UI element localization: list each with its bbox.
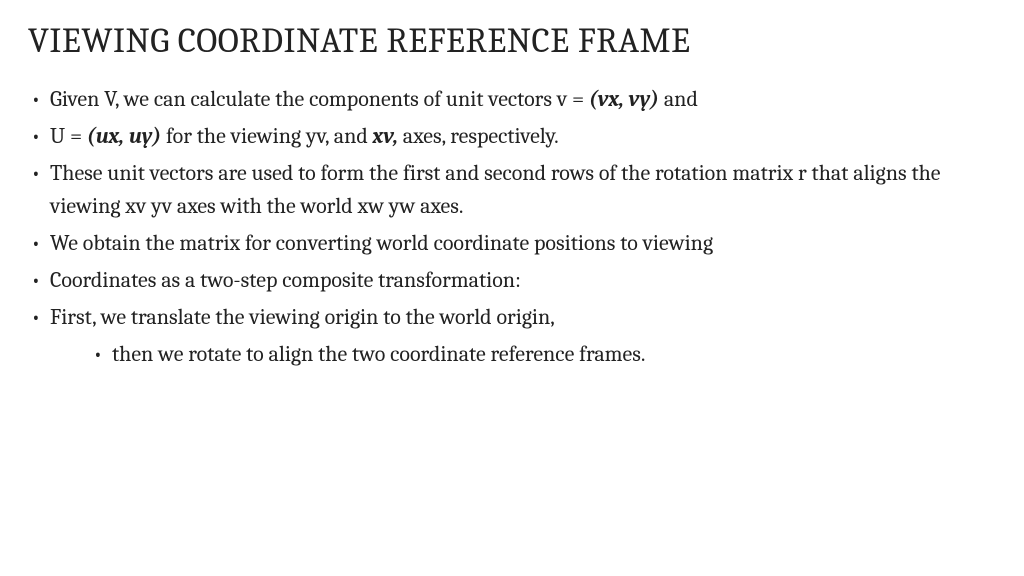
text-fragment: U =	[50, 123, 87, 149]
bullet-list: Given V, we can calculate the components…	[28, 83, 996, 371]
text-fragment: These unit vectors are used to form the …	[50, 160, 941, 219]
bold-text: (ux, uy)	[87, 123, 161, 149]
bold-text: (vx, vy)	[589, 86, 659, 112]
bullet-item: Given V, we can calculate the components…	[28, 83, 996, 116]
slide-title: VIEWING COORDINATE REFERENCE FRAME	[28, 20, 996, 61]
sub-bullet-list: then we rotate to align the two coordina…	[50, 338, 996, 371]
text-fragment: Coordinates as a two-step composite tran…	[50, 267, 521, 293]
bold-text: xv,	[373, 123, 398, 149]
text-fragment: We obtain the matrix for converting worl…	[50, 230, 713, 256]
bullet-item: We obtain the matrix for converting worl…	[28, 227, 996, 260]
bullet-item: First, we translate the viewing origin t…	[28, 301, 996, 371]
text-fragment: Given V, we can calculate the components…	[50, 86, 589, 112]
text-fragment: axes, respectively.	[398, 123, 559, 149]
text-fragment: for the viewing yv, and	[161, 123, 372, 149]
text-fragment: and	[659, 86, 698, 112]
sub-bullet-item: then we rotate to align the two coordina…	[90, 338, 996, 371]
text-fragment: then we rotate to align the two coordina…	[112, 341, 645, 367]
text-fragment: First, we translate the viewing origin t…	[50, 304, 555, 330]
bullet-item: These unit vectors are used to form the …	[28, 157, 996, 223]
bullet-item: Coordinates as a two-step composite tran…	[28, 264, 996, 297]
bullet-item: U = (ux, uy) for the viewing yv, and xv,…	[28, 120, 996, 153]
